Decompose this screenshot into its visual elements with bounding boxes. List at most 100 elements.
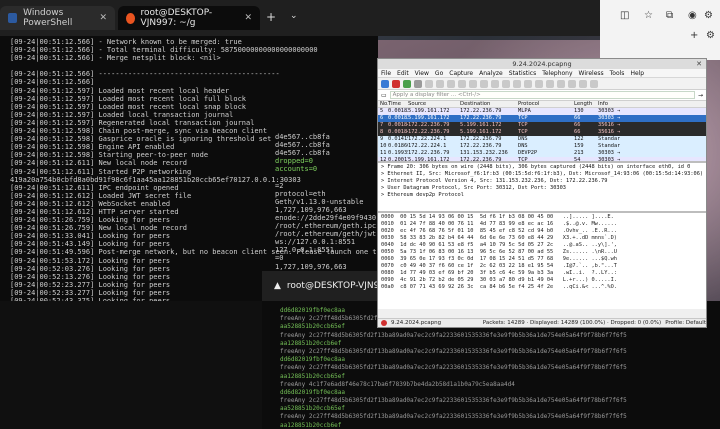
table-cell: 10: [380, 143, 387, 149]
restart-capture-icon[interactable]: [403, 79, 411, 88]
menu-item-view[interactable]: View: [415, 70, 429, 77]
table-cell: 172.22.236.79: [460, 108, 502, 114]
menu-item-wireless[interactable]: Wireless: [579, 70, 604, 77]
table-row[interactable]: 8 0.001842306172.22.236.79 5.199.161.172 TC…: [378, 129, 706, 136]
detail-line[interactable]: > Ethernet II, Src: Microsof_f6:1f:b3 (0…: [381, 171, 706, 178]
start-capture-icon[interactable]: [381, 79, 389, 88]
menu-item-edit[interactable]: Edit: [397, 70, 409, 77]
tab-powershell[interactable]: Windows PowerShell ✕: [0, 6, 115, 30]
split-view-icon[interactable]: ◫: [620, 10, 629, 21]
table-cell: 9: [380, 136, 384, 142]
terminal-line: freeAny 2c27ff48d5b6305fd2f13ba89ad0a7ec…: [280, 331, 627, 339]
favorites-icon[interactable]: ☆: [644, 10, 653, 21]
extensions-icon[interactable]: ⧉: [666, 10, 673, 21]
menu-item-help[interactable]: Help: [630, 70, 644, 77]
geth-log-line: d4e567..cb8fa: [275, 149, 330, 158]
menu-item-statistics[interactable]: Statistics: [509, 70, 536, 77]
table-cell: DNS: [518, 136, 528, 142]
detail-line[interactable]: > User Datagram Protocol, Src Port: 3031…: [381, 185, 706, 192]
table-row[interactable]: 6 0.0018203665.199.161.172 172.22.236.79 TC…: [378, 115, 706, 122]
colorize-icon[interactable]: [546, 79, 554, 88]
table-row[interactable]: 5 0.0018204705.199.161.172 172.22.236.79 ML…: [378, 108, 706, 115]
hex-line: 0020 ec 4f 76 68 76 5f 01 10 85 45 ef c8…: [381, 228, 617, 234]
packet-details[interactable]: > Frame 20: 306 bytes on wire (2448 bits…: [378, 163, 706, 213]
autoscroll-icon[interactable]: [535, 79, 543, 88]
geth-log-overlay: d4e567..cb8fa d4e567..cb8fa d4e567..cb8fa d…: [275, 133, 385, 293]
terminal-background: [0, 301, 262, 429]
close-icon[interactable]: ✕: [99, 13, 107, 23]
new-tab-icon[interactable]: +: [690, 30, 698, 41]
column-header[interactable]: Source: [408, 101, 460, 107]
table-cell: 66: [574, 115, 581, 121]
zoom-in-icon[interactable]: [557, 79, 565, 88]
table-cell: 122: [574, 136, 584, 142]
capture-status-icon: [381, 320, 387, 326]
column-header[interactable]: Time: [388, 101, 408, 107]
table-row[interactable]: 9 0.014196446172.22.224.1 172.22.236.79 DNS…: [378, 136, 706, 143]
status-profile[interactable]: Profile: Default: [665, 320, 706, 326]
go-to-icon[interactable]: [502, 79, 510, 88]
table-cell: 172.22.236.79: [408, 129, 450, 135]
resize-columns-icon[interactable]: [590, 79, 598, 88]
geth-log-line: protocol=eth: [275, 189, 326, 198]
column-header[interactable]: No.: [380, 101, 388, 107]
packet-list[interactable]: No. Time Source Destination Protocol Length In…: [378, 101, 706, 163]
apply-filter-icon[interactable]: →: [698, 92, 703, 99]
close-file-icon[interactable]: [447, 79, 455, 88]
ubuntu-icon: [126, 12, 135, 24]
table-row[interactable]: 110.199355311172.22.236.79 131.153.232.23…: [378, 150, 706, 157]
browser-window-edge: ◫ ☆ ⧉ ◉ ⚙ + ⚙: [600, 0, 720, 60]
table-row[interactable]: 100.018602801172.22.224.1 172.22.236.79 DN…: [378, 143, 706, 150]
save-file-icon[interactable]: [436, 79, 444, 88]
capture-options-icon[interactable]: [414, 79, 422, 88]
menu-item-go[interactable]: Go: [435, 70, 443, 77]
table-cell: 5.199.161.172: [460, 129, 502, 135]
forward-icon[interactable]: [491, 79, 499, 88]
zoom-out-icon[interactable]: [568, 79, 576, 88]
stop-capture-icon[interactable]: [392, 79, 400, 88]
first-packet-icon[interactable]: [513, 79, 521, 88]
column-header[interactable]: Protocol: [518, 101, 574, 107]
geth-log-line: =0: [275, 254, 284, 263]
profile-icon[interactable]: ◉: [688, 10, 697, 21]
menu-item-capture[interactable]: Capture: [449, 70, 473, 77]
menu-item-tools[interactable]: Tools: [610, 70, 625, 77]
table-cell: TCP: [518, 115, 528, 121]
normal-size-icon[interactable]: [579, 79, 587, 88]
table-cell: 0.014196446: [388, 136, 408, 142]
packet-bytes[interactable]: 0000 00 15 5d 14 93 06 00 15 5d f6 1f b3…: [378, 213, 706, 309]
reload-icon[interactable]: [458, 79, 466, 88]
table-cell: 130: [574, 108, 584, 114]
terminal-line: aa128851b20ccb6ef: [280, 421, 342, 429]
chevron-down-icon[interactable]: ⌄: [290, 11, 298, 21]
detail-line[interactable]: > Frame 20: 306 bytes on wire (2448 bits…: [381, 164, 706, 171]
table-cell: 172.22.236.79: [408, 150, 450, 156]
open-file-icon[interactable]: [425, 79, 433, 88]
hex-line: 0060 39 65 0e 17 93 f3 0c 0d 17 08 15 24…: [381, 256, 617, 262]
column-header[interactable]: Info: [598, 101, 620, 107]
menu-item-telephony[interactable]: Telephony: [542, 70, 572, 77]
geth-log-line: /root/.ethereum/geth.ipc: [275, 222, 377, 231]
column-header[interactable]: Length: [574, 101, 598, 107]
last-packet-icon[interactable]: [524, 79, 532, 88]
display-filter-input[interactable]: Apply a display filter ... <Ctrl-/>: [389, 91, 695, 99]
menu-item-file[interactable]: File: [381, 70, 391, 77]
menu-item-analyze[interactable]: Analyze: [479, 70, 503, 77]
back-icon[interactable]: [480, 79, 488, 88]
table-cell: 0.001820470: [388, 108, 408, 114]
bookmark-icon[interactable]: ▭: [381, 92, 387, 99]
find-icon[interactable]: [469, 79, 477, 88]
new-tab-icon[interactable]: +: [266, 10, 276, 24]
settings-icon[interactable]: ⚙: [704, 10, 713, 21]
close-icon[interactable]: ✕: [696, 60, 702, 68]
table-row[interactable]: 7 0.001842186172.22.236.79 5.199.161.172 TC…: [378, 122, 706, 129]
detail-line[interactable]: > Internet Protocol Version 4, Src: 131.…: [381, 178, 706, 185]
toolbar: [378, 78, 706, 90]
close-icon[interactable]: ✕: [244, 13, 252, 23]
hex-line: 0000 00 15 5d 14 93 06 00 15 5d f6 1f b3…: [381, 214, 614, 220]
tab-ubuntu[interactable]: root@DESKTOP-VJN997: ~/g ✕: [118, 6, 260, 30]
settings-icon[interactable]: ⚙: [706, 30, 715, 41]
detail-line[interactable]: > Ethereum devp2p Protocol: [381, 192, 706, 199]
column-header[interactable]: Destination: [460, 101, 518, 107]
display-filter-bar: ▭ Apply a display filter ... <Ctrl-/> →: [378, 90, 706, 101]
